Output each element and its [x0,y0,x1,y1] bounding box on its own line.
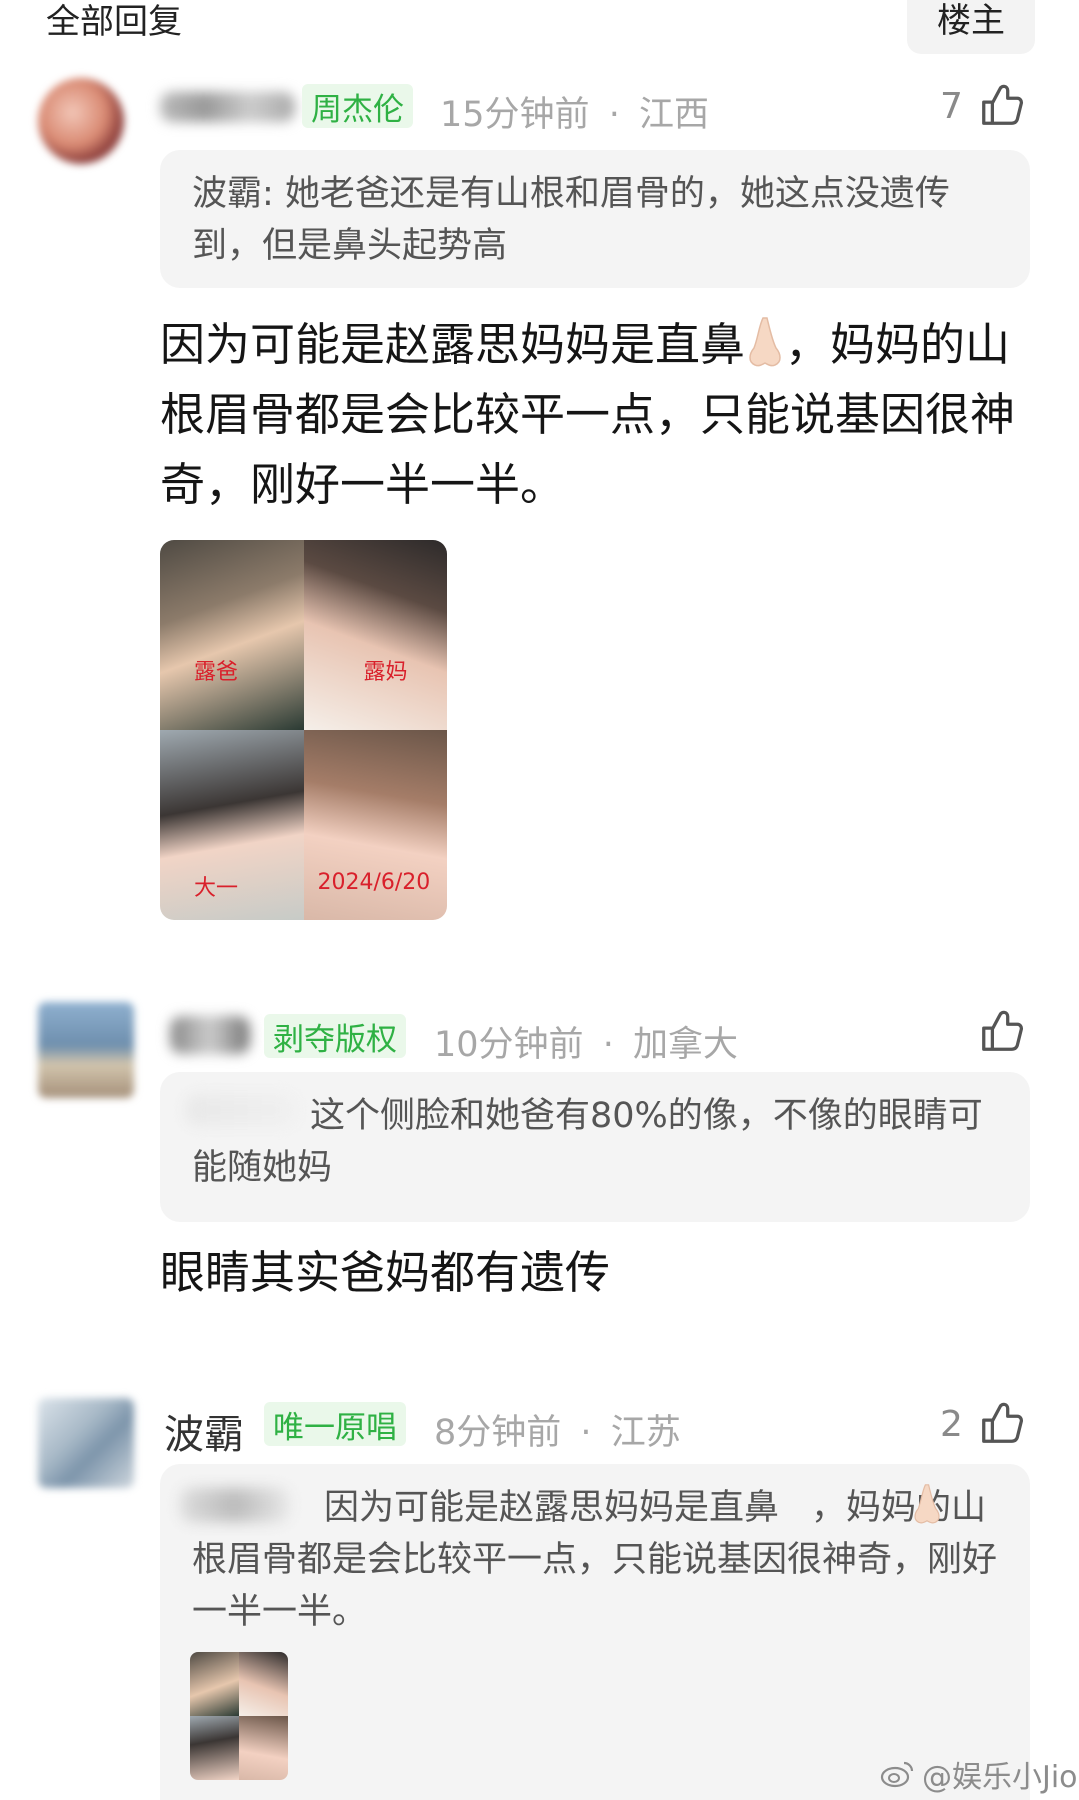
nose-emoji [779,1483,940,1525]
thumbs-up-icon[interactable] [978,1008,1024,1054]
comment-location: 江西 [638,95,709,135]
op-only-button[interactable]: 楼主 [907,0,1035,54]
like-count: 7 [940,86,963,127]
quoted-reply[interactable]: 这个侧脸和她爸有80%的像，不像的眼睛可能随她妈 [160,1072,1030,1222]
photo-label: 露爸 [194,660,239,685]
quoted-reply-text: 因为可能是赵露思妈妈是直鼻 ，妈妈的山根眉骨都是会比较平一点，只能说基因很神奇，… [192,1482,1000,1638]
photo-cell [239,1716,288,1780]
separator-dot: · [602,1025,614,1065]
photo-label: 2024/6/20 [317,870,431,895]
photo-cell [239,1652,288,1716]
attached-photo[interactable]: 露爸 露妈 大一 2024/6/20 [160,540,447,920]
comment-meta: 15分钟前 · 江西 [440,86,709,137]
photo-cell: 露爸 [160,540,304,730]
comment-body: 因为可能是赵露思妈妈是直鼻 ，妈妈的山根眉骨都是会比较平一点，只能说基因很神奇，… [160,310,1040,520]
username-blurred[interactable] [160,92,295,122]
comment-meta: 8分钟前 · 江苏 [434,1404,681,1455]
quoted-username-blurred [186,1094,296,1126]
watermark-text: @娱乐小Jio [922,1760,1078,1795]
comment-body: 眼睛其实爸妈都有遗传 [160,1246,611,1299]
weibo-watermark: @娱乐小Jio [880,1752,1078,1796]
avatar[interactable] [38,78,124,164]
photo-cell: 2024/6/20 [303,730,447,920]
quoted-reply-text: 这个侧脸和她爸有80%的像，不像的眼睛可能随她妈 [192,1096,983,1188]
username-blurred[interactable] [170,1016,250,1054]
thumbs-up-icon[interactable] [978,1400,1024,1446]
photo-cell: 大一 [160,730,304,920]
avatar[interactable] [38,1398,134,1488]
fan-badge[interactable]: 唯一原唱 [264,1402,406,1446]
comment-time: 8分钟前 [434,1413,562,1453]
comment-location: 江苏 [610,1413,681,1453]
quoted-username-blurred [180,1488,290,1522]
fan-badge-label: 唯一原唱 [273,1409,397,1446]
quoted-photo-thumbnail[interactable] [190,1652,288,1780]
photo-cell [190,1716,239,1780]
all-replies-title: 全部回复 [46,2,182,42]
separator-dot: · [608,95,620,135]
comment-body-text-1: 因为可能是赵露思妈妈是直鼻 [160,318,746,371]
op-only-label: 楼主 [937,0,1005,41]
quoted-reply[interactable]: 波霸: 她老爸还是有山根和眉骨的，她这点没遗传到，但是鼻头起势高 [160,150,1030,288]
weibo-icon [880,1761,914,1788]
username[interactable]: 波霸 [164,1402,244,1460]
quoted-reply[interactable]: 因为可能是赵露思妈妈是直鼻 ，妈妈的山根眉骨都是会比较平一点，只能说基因很神奇，… [160,1464,1030,1800]
fan-badge-label: 周杰伦 [311,91,404,128]
fan-badge[interactable]: 剥夺版权 [264,1014,406,1058]
nose-emoji [745,316,785,368]
fan-badge[interactable]: 周杰伦 [302,84,413,128]
comment-meta: 10分钟前 · 加拿大 [434,1016,738,1067]
comment-time: 15分钟前 [440,95,590,135]
quoted-reply-text: 波霸: 她老爸还是有山根和眉骨的，她这点没遗传到，但是鼻头起势高 [192,174,950,266]
photo-cell: 露妈 [303,540,447,730]
like-count: 2 [940,1404,963,1445]
comment-location: 加拿大 [632,1025,738,1065]
comment-item: 波霸 唯一原唱 8分钟前 · 江苏 2 因为可能是赵露思妈妈是直鼻 ，妈妈的山根… [0,1380,1079,1800]
quoted-reply-text-1: 因为可能是赵露思妈妈是直鼻 [324,1488,780,1528]
photo-cell [190,1652,239,1716]
avatar[interactable] [38,1002,134,1098]
fan-badge-label: 剥夺版权 [273,1021,397,1058]
photo-label: 大一 [194,876,239,901]
separator-dot: · [580,1413,592,1453]
comment-item: 剥夺版权 10分钟前 · 加拿大 这个侧脸和她爸有80%的像，不像的眼睛可能随她… [0,990,1079,1320]
thumbs-up-icon[interactable] [978,82,1024,128]
comment-time: 10分钟前 [434,1025,584,1065]
comment-item: 周杰伦 15分钟前 · 江西 7 波霸: 她老爸还是有山根和眉骨的，她这点没遗传… [0,60,1079,940]
photo-label: 露妈 [363,660,408,685]
